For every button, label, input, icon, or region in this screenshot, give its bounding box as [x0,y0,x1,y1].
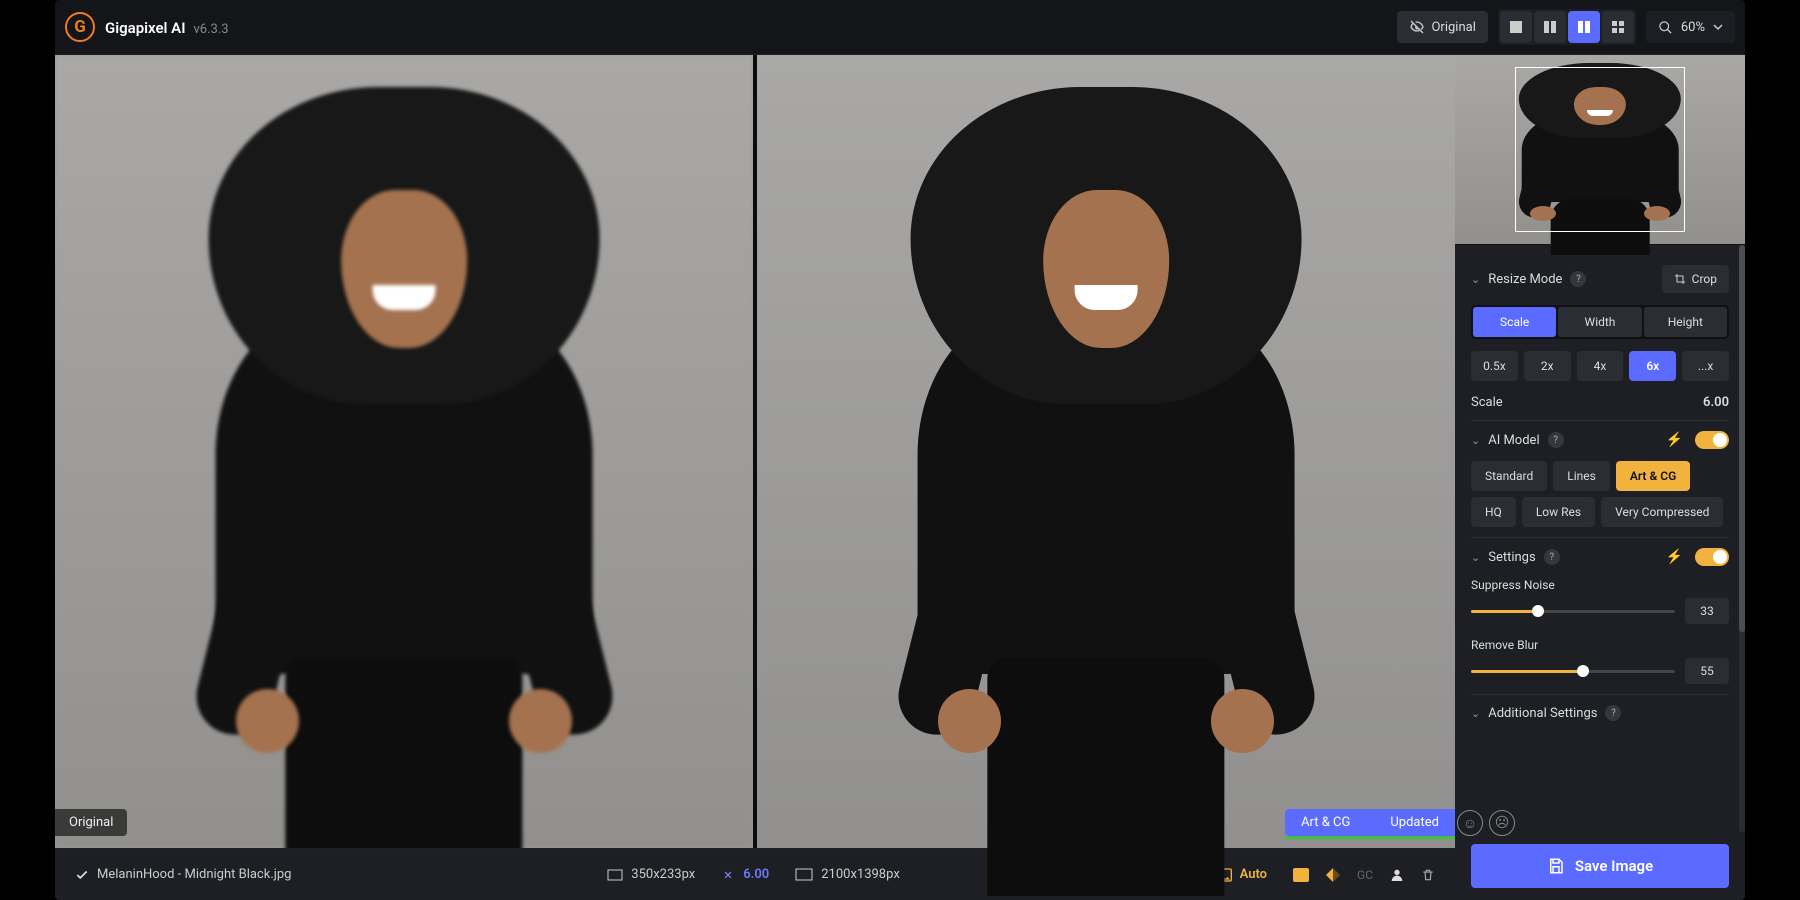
app-logo: G [65,12,95,42]
sidebar-scrollbar[interactable] [1739,245,1745,832]
crop-button[interactable]: Crop [1662,265,1729,293]
model-lines[interactable]: Lines [1553,461,1610,491]
factor-0_5x[interactable]: 0.5x [1471,351,1518,381]
filename: MelaninHood - Midnight Black.jpg [75,867,291,882]
model-grid: Standard Lines Art & CG HQ Low Res Very … [1471,461,1729,527]
original-label: Original [55,809,127,836]
app-name: Gigapixel AI [105,19,186,37]
compare-colors-icon[interactable] [1325,867,1341,883]
split-vert-icon [1543,20,1557,34]
blur-value[interactable]: 55 [1685,658,1729,684]
scale-label: Scale [1471,395,1503,410]
view-single-button[interactable] [1500,11,1532,43]
chevron-down-icon[interactable]: ⌄ [1471,434,1480,447]
factor-6x[interactable]: 6x [1629,351,1676,381]
dim-in-icon [607,869,623,881]
chevron-down-icon[interactable]: ⌄ [1471,551,1480,564]
crop-icon [1674,273,1686,285]
chevron-down-icon [1713,22,1723,32]
app-version: v6.3.3 [193,22,228,37]
grid-icon [1611,20,1625,34]
dim-out-icon [795,868,813,881]
chevron-down-icon[interactable]: ⌄ [1471,707,1480,720]
navigator-thumbnail[interactable] [1455,55,1745,245]
delete-icon[interactable] [1421,867,1435,883]
status-bar: MelaninHood - Midnight Black.jpg 350x233… [55,848,1455,900]
model-lowres[interactable]: Low Res [1522,497,1595,527]
app-title: Gigapixel AI v6.3.3 [105,18,229,37]
resize-tabs: Scale Width Height [1471,305,1729,339]
chevron-down-icon[interactable]: ⌄ [1471,273,1480,286]
face-recovery-icon[interactable] [1389,867,1405,883]
sidebyside-icon [1577,20,1591,34]
bolt-icon: ⚡ [1666,549,1683,565]
blur-label: Remove Blur [1471,638,1729,652]
scale-icon [721,868,735,882]
additional-section: ⌄ Additional Settings ? [1471,695,1729,731]
aimodel-title: AI Model [1488,433,1539,448]
navigator-viewport[interactable] [1515,67,1685,232]
preview-state: Updated [1390,815,1439,830]
factor-2x[interactable]: 2x [1524,351,1571,381]
view-split-button[interactable] [1534,11,1566,43]
top-bar: G Gigapixel AI v6.3.3 Original 60% [55,0,1745,55]
preview-pane[interactable]: Art & CG Updated ☺ ☹ [757,55,1455,848]
bolt-icon: ⚡ [1666,432,1683,448]
view-mode-group [1498,9,1636,45]
help-icon[interactable]: ? [1570,271,1586,287]
comparison-canvas[interactable]: Original Art & CG Updated ☺ ☹ [55,55,1455,848]
settings-panel: ⌄ Resize Mode ? Crop Scale Width Height [1455,245,1745,741]
gc-label: GC [1357,868,1373,882]
resize-title: Resize Mode [1488,272,1562,287]
zoom-control[interactable]: 60% [1646,11,1735,43]
check-icon [75,868,89,882]
grain-icon[interactable] [1293,868,1309,882]
blur-slider[interactable] [1471,670,1675,673]
toggle-original-button[interactable]: Original [1397,11,1487,43]
model-art-cg[interactable]: Art & CG [1616,461,1690,491]
scale-factor-row: 0.5x 2x 4x 6x ...x [1471,351,1729,381]
eye-off-icon [1409,19,1425,35]
settings-title: Settings [1488,550,1535,565]
square-icon [1509,20,1523,34]
help-icon[interactable]: ? [1605,705,1621,721]
aimodel-section: ⌄ AI Model ? ⚡ Standard Lines Art & CG H… [1471,421,1729,538]
view-grid-button[interactable] [1602,11,1634,43]
help-icon[interactable]: ? [1544,549,1560,565]
preview-model: Art & CG [1301,815,1350,830]
factor-4x[interactable]: 4x [1577,351,1624,381]
tab-scale[interactable]: Scale [1473,307,1556,337]
tab-height[interactable]: Height [1644,307,1727,337]
save-image-button[interactable]: Save Image [1471,844,1729,888]
source-dimensions: 350x233px [607,867,695,882]
additional-title: Additional Settings [1488,706,1597,721]
scale-factor: 6.00 [721,867,769,882]
preview-status-badge: Art & CG Updated [1285,809,1455,836]
factor-custom[interactable]: ...x [1682,351,1729,381]
zoom-value: 60% [1681,20,1705,35]
help-icon[interactable]: ? [1548,432,1564,448]
sidebar: ⌄ Resize Mode ? Crop Scale Width Height [1455,55,1745,900]
zoom-icon [1658,20,1673,35]
noise-label: Suppress Noise [1471,578,1729,592]
save-icon [1547,857,1565,875]
original-pane[interactable]: Original [55,55,753,848]
model-verycompressed[interactable]: Very Compressed [1601,497,1723,527]
settings-auto-toggle[interactable] [1695,548,1729,566]
scale-value: 6.00 [1703,395,1729,410]
tab-width[interactable]: Width [1558,307,1641,337]
noise-slider[interactable] [1471,610,1675,613]
model-hq[interactable]: HQ [1471,497,1516,527]
aimodel-auto-toggle[interactable] [1695,431,1729,449]
view-sidebyside-button[interactable] [1568,11,1600,43]
model-standard[interactable]: Standard [1471,461,1547,491]
settings-section: ⌄ Settings ? ⚡ Suppress Noise [1471,538,1729,695]
output-dimensions: 2100x1398px [795,867,900,882]
noise-value[interactable]: 33 [1685,598,1729,624]
resize-section: ⌄ Resize Mode ? Crop Scale Width Height [1471,255,1729,421]
